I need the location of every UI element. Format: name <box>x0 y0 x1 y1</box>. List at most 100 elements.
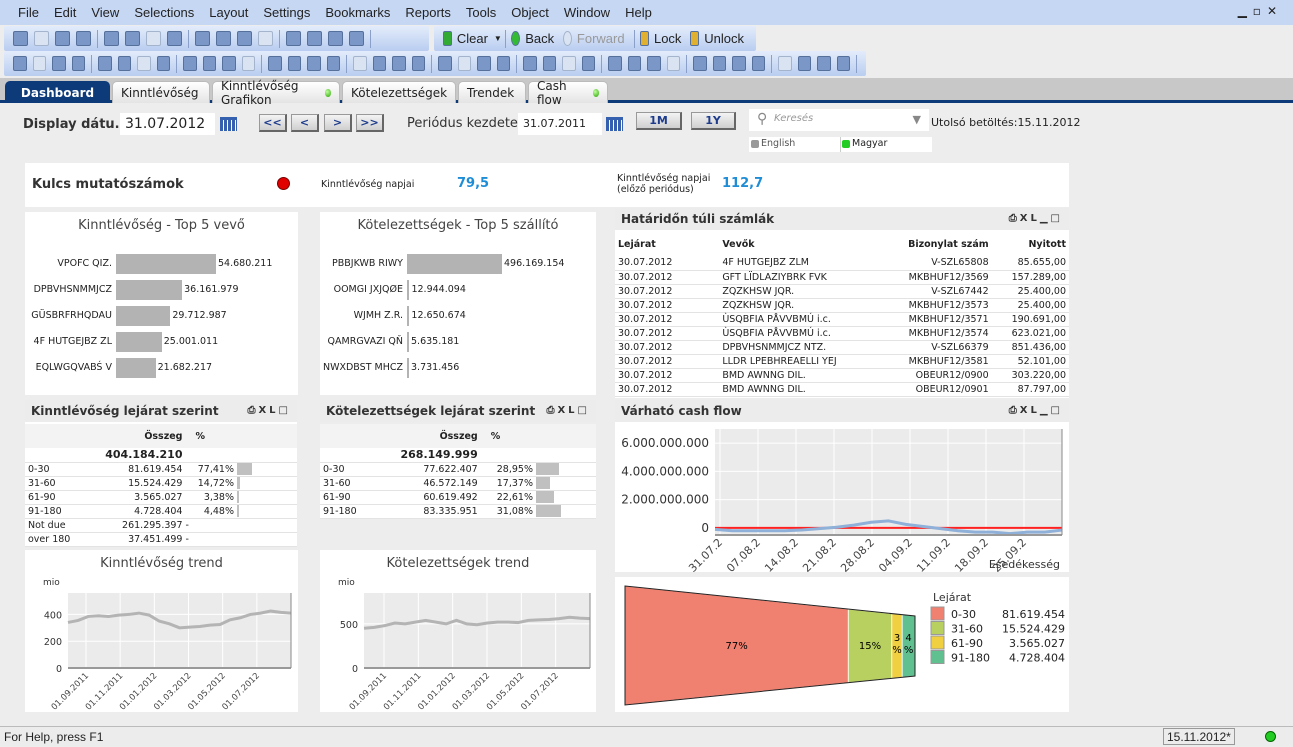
period-start-input[interactable]: 31.07.2011 <box>518 113 602 135</box>
table-actions[interactable]: ⎙XL□ <box>247 400 291 422</box>
tool-icon[interactable] <box>496 56 511 71</box>
next-period-button[interactable]: > <box>324 114 352 132</box>
tool-icon[interactable] <box>477 56 491 71</box>
bookmark-icon[interactable] <box>286 31 301 46</box>
window-controls[interactable]: ▁▫✕ <box>1238 4 1283 18</box>
tool-icon[interactable] <box>562 56 576 71</box>
table-row[interactable]: 30.07.2012 ÙSQBFIA PÅVVBMÚ i.c. MKBHUF12/3… <box>615 312 1069 327</box>
1y-button[interactable]: 1Y <box>691 112 736 130</box>
column-header[interactable]: Összeg <box>84 424 186 448</box>
tool-icon[interactable] <box>438 56 452 71</box>
bookmark-object-icon[interactable] <box>326 56 341 71</box>
table-row[interactable]: 91-180 83.335.951 31,08% <box>320 504 596 519</box>
legend-label[interactable]: 61-90 <box>951 637 983 650</box>
bar[interactable] <box>407 280 410 300</box>
calendar-icon[interactable] <box>606 117 623 131</box>
chart-actions[interactable]: ⎙XL▁□ <box>1009 400 1063 422</box>
text-icon[interactable] <box>268 56 282 71</box>
unlock-button[interactable]: Unlock <box>704 31 744 46</box>
chevron-down-icon[interactable]: ▼ <box>913 113 921 126</box>
table-row[interactable]: 30.07.2012 ZQZKHSW JQR. V-SZL67442 25.400,0… <box>615 284 1069 299</box>
statistics-box-icon[interactable] <box>117 56 132 71</box>
table-row[interactable]: 91-180 4.728.404 4,48% <box>25 504 297 519</box>
column-header[interactable]: Nyitott <box>992 232 1069 256</box>
tool-icon[interactable] <box>581 56 596 71</box>
new-sheet-icon[interactable] <box>13 56 27 71</box>
column-header[interactable]: Vevők <box>692 232 881 256</box>
prev-sheet-icon[interactable] <box>32 56 47 71</box>
language-magyar[interactable]: Magyar <box>852 138 887 149</box>
bar[interactable] <box>116 280 183 300</box>
tool-icon[interactable] <box>751 56 766 71</box>
tool-icon[interactable] <box>712 56 727 71</box>
current-selections-icon[interactable] <box>222 56 236 71</box>
undo-icon[interactable] <box>167 31 182 46</box>
first-period-button[interactable]: << <box>259 114 287 132</box>
input-box-icon[interactable] <box>202 56 217 71</box>
tool-icon[interactable] <box>457 56 472 71</box>
tool-icon[interactable] <box>732 56 746 71</box>
table-row[interactable]: 31-60 15.524.429 14,72% <box>25 476 297 491</box>
clear-button[interactable]: Clear <box>457 31 488 46</box>
search-icon[interactable] <box>216 31 231 46</box>
tool-icon[interactable] <box>411 56 426 71</box>
table-row[interactable]: 31-60 46.572.149 17,37% <box>320 476 596 491</box>
open-icon[interactable] <box>34 31 49 46</box>
slider-icon[interactable] <box>307 56 321 71</box>
reload-icon[interactable] <box>55 31 70 46</box>
search-object-icon[interactable] <box>353 56 367 71</box>
menu-reports[interactable]: Reports <box>405 5 451 20</box>
tool-icon[interactable] <box>778 56 792 71</box>
table-row[interactable]: 30.07.2012 ZQZKHSW JQR. MKBHUF12/3573 25.40… <box>615 298 1069 313</box>
tool-icon[interactable] <box>817 56 831 71</box>
tab-0[interactable]: Dashboard <box>5 81 110 103</box>
tab-3[interactable]: Kötelezettségek <box>342 81 456 103</box>
column-header[interactable]: Összeg <box>372 424 481 448</box>
next-sheet-icon[interactable] <box>52 56 66 71</box>
table-row[interactable]: 0-30 77.622.407 28,95% <box>320 462 596 477</box>
tab-5[interactable]: Cash flow <box>528 79 608 107</box>
table-row[interactable]: 30.07.2012 DPBVHSNMMJCZ NTZ. V-SZL66379 851… <box>615 340 1069 355</box>
menu-tools[interactable]: Tools <box>466 5 496 20</box>
tool-icon[interactable] <box>836 56 851 71</box>
table-actions[interactable]: ⎙XL▁□ <box>1009 208 1063 230</box>
help-icon[interactable] <box>328 31 343 46</box>
bar[interactable] <box>407 358 409 378</box>
tool-icon[interactable] <box>627 56 642 71</box>
bar[interactable] <box>407 254 502 274</box>
tool-icon[interactable] <box>797 56 812 71</box>
bar[interactable] <box>116 358 156 378</box>
table-row[interactable]: 61-90 3.565.027 3,38% <box>25 490 297 505</box>
previous-period-button[interactable]: < <box>291 114 319 132</box>
select-icon[interactable] <box>237 31 252 46</box>
display-date-input[interactable]: 31.07.2012 <box>120 113 215 135</box>
tab-1[interactable]: Kinntlévőség <box>112 81 210 103</box>
last-period-button[interactable]: >> <box>356 114 384 132</box>
bar[interactable] <box>116 332 162 352</box>
tool-icon[interactable] <box>693 56 707 71</box>
new-icon[interactable] <box>13 31 28 46</box>
table-row[interactable]: 30.07.2012 LLDR LPEBHREAELLI YEJ MKBHUF12/… <box>615 354 1069 369</box>
legend-label[interactable]: 31-60 <box>951 623 983 636</box>
container-icon[interactable] <box>372 56 387 71</box>
print-icon[interactable] <box>104 31 119 46</box>
bar[interactable] <box>407 306 410 326</box>
menu-layout[interactable]: Layout <box>209 5 248 20</box>
table-row[interactable]: 0-30 81.619.454 77,41% <box>25 462 297 477</box>
chart-icon[interactable] <box>258 31 273 46</box>
column-header[interactable]: % <box>185 424 237 448</box>
bar[interactable] <box>407 332 409 352</box>
search-box[interactable]: ⚲ Keresés ▼ <box>749 109 929 131</box>
table-row[interactable]: 30.07.2012 BMD AWNNG DIL. OBEUR12/0901 87.7… <box>615 382 1069 397</box>
column-header[interactable]: % <box>481 424 536 448</box>
table-row[interactable]: over 180 37.451.499- <box>25 532 297 547</box>
listbox-icon[interactable] <box>98 56 112 71</box>
bar[interactable] <box>116 306 171 326</box>
table-row[interactable]: Not due 261.295.397- <box>25 518 297 533</box>
table-actions[interactable]: ⎙XL□ <box>546 400 590 422</box>
menu-file[interactable]: File <box>18 5 39 20</box>
menu-selections[interactable]: Selections <box>134 5 194 20</box>
table-row[interactable]: 61-90 60.619.492 22,61% <box>320 490 596 505</box>
legend-label[interactable]: 91-180 <box>951 652 990 665</box>
forward-button[interactable]: Forward <box>577 31 625 46</box>
